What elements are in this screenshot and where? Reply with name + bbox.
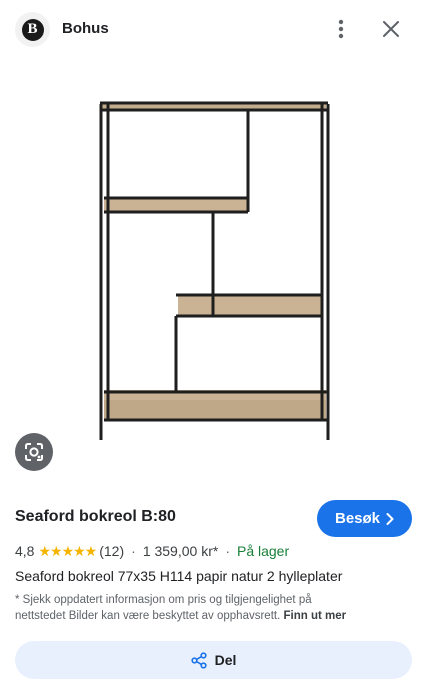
product-title: Seaford bokreol B:80 xyxy=(15,508,176,525)
close-icon xyxy=(383,21,399,37)
star-rating-icon: ★★★★★ xyxy=(38,542,97,559)
site-name[interactable]: Bohus xyxy=(62,20,109,37)
rating-value: 4,8 xyxy=(15,543,35,559)
product-image[interactable] xyxy=(90,92,338,444)
product-description: Seaford bokreol 77x35 H114 papir natur 2… xyxy=(15,568,343,584)
lens-icon xyxy=(25,443,43,461)
disclaimer-text: nettstedet Bilder kan være beskyttet av … xyxy=(15,610,281,622)
more-options-button[interactable] xyxy=(327,15,355,43)
share-label: Del xyxy=(214,652,237,668)
visit-button[interactable]: Besøk xyxy=(317,500,412,537)
bookshelf-image xyxy=(99,101,330,440)
chevron-right-icon xyxy=(386,512,394,525)
disclaimer-line-2: nettstedet Bilder kan være beskyttet av … xyxy=(15,608,410,624)
price: 1 359,00 kr* xyxy=(142,543,219,559)
disclaimer: * Sjekk oppdatert informasjon om pris og… xyxy=(15,592,410,624)
logo-letter: B xyxy=(21,18,44,41)
availability: På lager xyxy=(236,543,290,559)
visit-label: Besøk xyxy=(334,510,381,527)
more-vert-icon xyxy=(338,19,344,39)
site-logo[interactable]: B xyxy=(15,12,50,47)
separator: · xyxy=(225,543,230,559)
google-lens-button[interactable] xyxy=(15,433,53,471)
share-button[interactable]: Del xyxy=(15,641,412,679)
learn-more-link[interactable]: Finn ut mer xyxy=(283,610,346,622)
header: B Bohus xyxy=(0,0,424,58)
close-button[interactable] xyxy=(377,15,405,43)
disclaimer-line-1: * Sjekk oppdatert informasjon om pris og… xyxy=(15,594,312,606)
share-icon xyxy=(190,651,207,669)
rating-row: 4,8 ★★★★★ (12) · 1 359,00 kr* · På lager xyxy=(15,541,289,561)
review-count[interactable]: (12) xyxy=(99,543,124,559)
separator: · xyxy=(131,543,136,559)
